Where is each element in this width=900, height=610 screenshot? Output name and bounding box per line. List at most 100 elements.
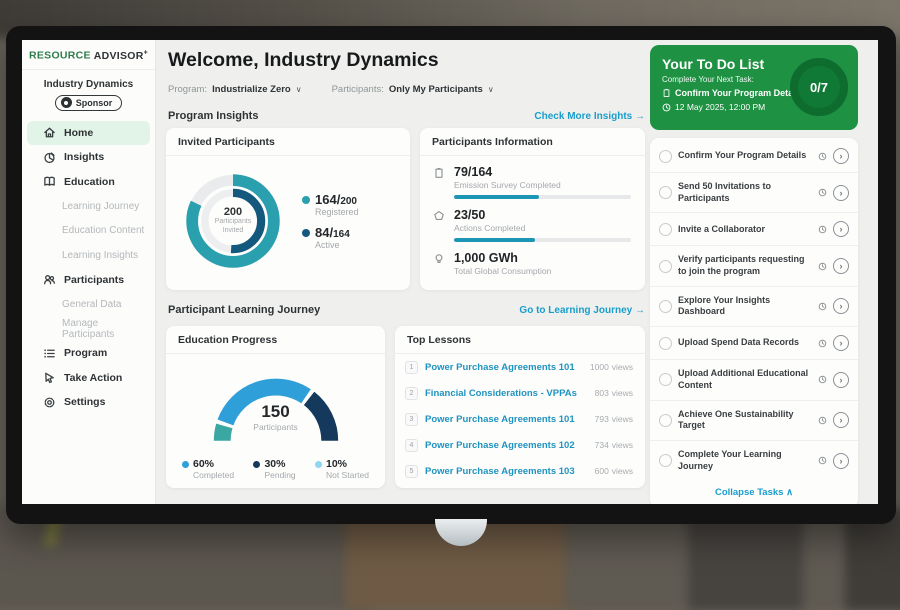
chevron-right-icon[interactable]: › [833,412,849,428]
chevron-right-icon[interactable]: › [833,148,849,164]
task-checkbox[interactable] [659,454,672,467]
sidebar: RESOURCE ADVISOR+ Industry Dynamics Spon… [22,40,156,504]
program-insights-header: Program Insights Check More Insights → [168,110,645,122]
task-checkbox[interactable] [659,373,672,386]
task-row[interactable]: Confirm Your Program Details › [650,140,858,172]
chevron-down-icon: ∨ [488,85,494,94]
task-row[interactable]: Verify participants requesting to join t… [650,245,858,285]
chevron-right-icon[interactable]: › [833,372,849,388]
actions-icon [432,208,446,222]
sidebar-item-insights[interactable]: Insights [27,145,150,170]
chevron-right-icon[interactable]: › [833,221,849,237]
task-row[interactable]: Upload Spend Data Records › [650,326,858,359]
task-checkbox[interactable] [659,260,672,273]
participants-icon [43,273,56,286]
todo-list-card: Confirm Your Program Details › Send 50 I… [650,138,858,504]
sponsor-badge: Sponsor [55,95,123,111]
sidebar-item-education[interactable]: Education [27,170,150,195]
chevron-right-icon[interactable]: › [833,453,849,469]
lesson-link[interactable]: Power Purchase Agreements 103 [425,466,588,477]
participants-dropdown[interactable]: Participants: Only My Participants ∨ [332,84,494,95]
list-icon [43,347,56,360]
completed-dot [182,461,189,468]
todo-hero-card: Your To Do List Complete Your Next Task:… [650,45,858,130]
home-icon [43,126,56,139]
sidebar-item-manage-participants[interactable]: Manage Participants [27,317,150,342]
clipboard-icon [662,88,671,98]
sidebar-item-education-content[interactable]: Education Content [27,219,150,244]
task-checkbox[interactable] [659,300,672,313]
check-more-insights-link[interactable]: Check More Insights → [534,111,645,122]
program-dropdown[interactable]: Program: Industrialize Zero ∨ [168,84,302,95]
task-row[interactable]: Upload Additional Educational Content › [650,359,858,399]
todo-panel: Your To Do List Complete Your Next Task:… [650,40,858,504]
survey-progress-bar [454,195,631,199]
task-row[interactable]: Send 50 Invitations to Participants › [650,172,858,212]
task-row[interactable]: Invite a Collaborator › [650,212,858,245]
task-row[interactable]: Achieve One Sustainability Target › [650,400,858,440]
card-title: Invited Participants [166,128,410,156]
lesson-link[interactable]: Power Purchase Agreements 101 [425,362,583,373]
sidebar-item-participants[interactable]: Participants [27,268,150,293]
lesson-link[interactable]: Power Purchase Agreements 102 [425,440,588,451]
lesson-row: 2 Financial Considerations - VPPAs 803 v… [395,380,645,406]
section-title: Participant Learning Journey [168,304,320,316]
sponsor-icon [61,97,72,108]
chevron-right-icon[interactable]: › [833,335,849,351]
task-checkbox[interactable] [659,223,672,236]
sidebar-item-take-action[interactable]: Take Action [27,366,150,391]
card-title: Participants Information [420,128,645,156]
task-checkbox[interactable] [659,186,672,199]
todo-progress-ring: 0/7 [790,58,848,116]
main-content: Welcome, Industry Dynamics Program: Indu… [166,40,645,504]
sponsor-label: Sponsor [76,98,113,108]
task-row[interactable]: Complete Your Learning Journey › [650,440,858,480]
page-title: Welcome, Industry Dynamics [168,49,439,72]
chevron-right-icon[interactable]: › [833,258,849,274]
sidebar-item-learning-journey[interactable]: Learning Journey [27,194,150,219]
invited-total: 200 [224,206,242,218]
logo-advisor: ADVISOR+ [94,50,148,62]
pending-dot [253,461,260,468]
chevron-right-icon[interactable]: › [833,298,849,314]
sidebar-item-learning-insights[interactable]: Learning Insights [27,243,150,268]
lesson-link[interactable]: Power Purchase Agreements 101 [425,414,588,425]
org-name: Industry Dynamics [22,79,155,90]
background-shape [845,510,900,610]
clock-icon [818,262,827,271]
clock-icon [818,188,827,197]
app-logo: RESOURCE ADVISOR+ [22,40,155,70]
gear-icon [43,396,56,409]
task-checkbox[interactable] [659,414,672,427]
task-row[interactable]: Explore Your Insights Dashboard › [650,286,858,326]
logo-resource: RESOURCE [29,50,91,62]
participants-information-card: Participants Information 79/164 Emission… [420,128,645,290]
collapse-tasks-link[interactable]: Collapse Tasks ∧ [650,480,858,504]
sidebar-item-program[interactable]: Program [27,341,150,366]
gauge-legend: 60%Completed 30%Pending 10%Not Started [166,450,385,480]
sidebar-item-settings[interactable]: Settings [27,390,150,415]
section-title: Program Insights [168,110,258,122]
clock-icon [818,456,827,465]
chevron-right-icon[interactable]: › [833,185,849,201]
sidebar-item-general-data[interactable]: General Data [27,292,150,317]
clock-icon [818,225,827,234]
task-checkbox[interactable] [659,337,672,350]
task-checkbox[interactable] [659,150,672,163]
card-title: Top Lessons [395,326,645,354]
lesson-row: 4 Power Purchase Agreements 102 734 view… [395,432,645,458]
survey-icon [432,165,446,179]
background-shape [688,510,803,610]
go-to-learning-journey-link[interactable]: Go to Learning Journey → [519,305,645,316]
clock-icon [662,103,671,112]
clock-icon [818,302,827,311]
education-progress-card: Education Progress 150 Participants 60%C… [166,326,385,488]
active-dot [302,229,310,237]
bulb-icon [432,251,446,265]
sidebar-item-home[interactable]: Home [27,121,150,146]
chevron-up-icon: ∧ [786,487,793,498]
card-title: Education Progress [166,326,385,354]
clock-icon [818,339,827,348]
not-started-dot [315,461,322,468]
lesson-link[interactable]: Financial Considerations - VPPAs [425,388,588,399]
